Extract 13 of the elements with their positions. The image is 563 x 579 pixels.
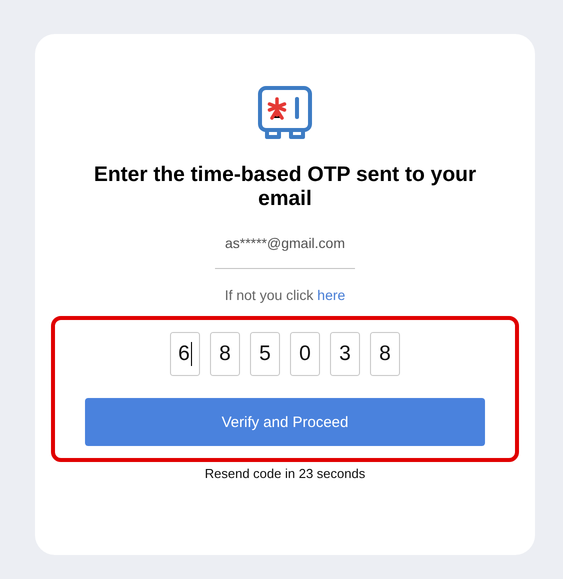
otp-digit-field[interactable]: 8 — [370, 332, 400, 376]
otp-digit-field[interactable]: 5 — [250, 332, 280, 376]
otp-digit-field[interactable]: 8 — [210, 332, 240, 376]
resend-timer: Resend code in 23 seconds — [204, 466, 366, 481]
otp-digit-field[interactable]: 6 — [170, 332, 200, 376]
here-link[interactable]: here — [317, 287, 346, 303]
verify-button[interactable]: Verify and Proceed — [85, 398, 485, 446]
safe-icon — [257, 85, 313, 141]
email-address: as*****@gmail.com — [224, 235, 346, 251]
page-title: Enter the time-based OTP sent to your email — [92, 163, 478, 211]
not-you-text: If not you click here — [224, 287, 346, 303]
otp-digit-field[interactable]: 0 — [290, 332, 320, 376]
otp-digit-field[interactable]: 3 — [330, 332, 360, 376]
